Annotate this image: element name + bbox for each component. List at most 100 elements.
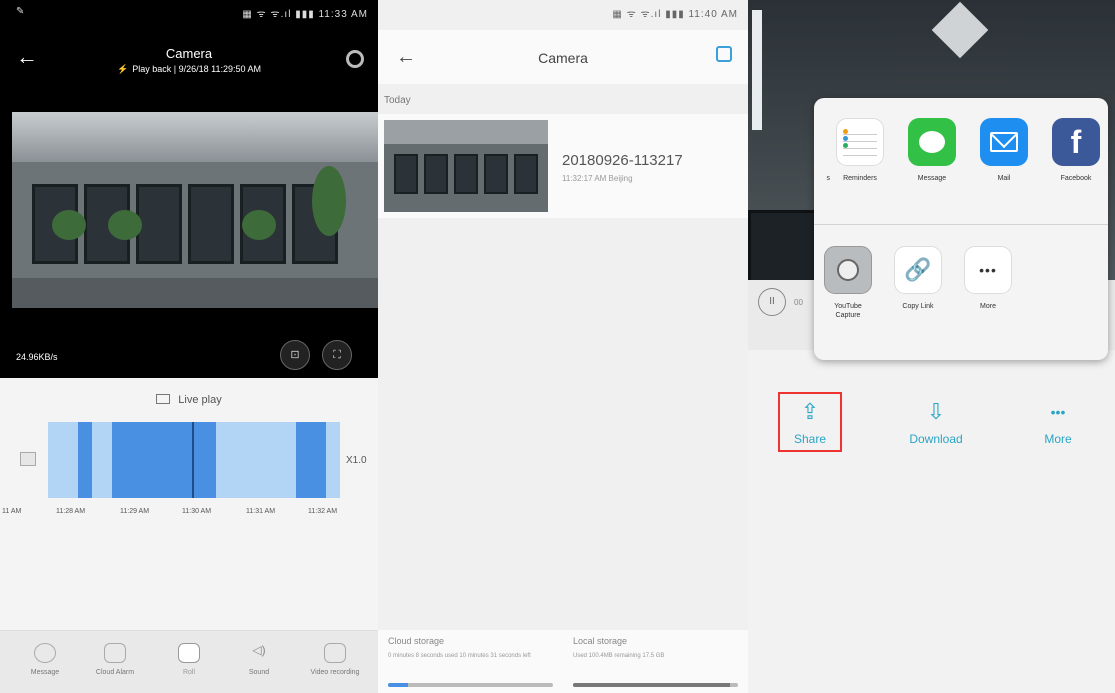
playback-time: 00 [794,298,803,307]
edit-icon[interactable] [716,46,732,62]
page-title: Camera [538,50,588,66]
camera-video-feed[interactable] [12,112,378,308]
live-play-label: Live play [178,394,222,406]
download-label: Download [909,432,963,446]
share-button[interactable]: ⇪ Share [778,392,842,452]
link-icon: 🔗 [894,246,942,294]
more-action-label: More [1044,432,1072,446]
mail-label: Mail [997,175,1011,182]
message-bubble-icon [908,118,956,166]
bottom-toolbar: Message Cloud Alarm Roll ◁) Sound Video … [0,630,378,693]
local-storage-panel[interactable]: Local storage Used 100.4MB remaining 17.… [563,630,748,693]
reminders-icon [836,118,884,166]
cloud-download-icon: ⇩ [926,399,946,424]
page-title: Camera [165,46,213,61]
live-play-button[interactable]: Live play [0,394,378,406]
recording-segment [296,422,326,498]
cloud-icon [104,643,126,663]
facebook-icon: f [1052,118,1100,166]
more-icon: ••• [1050,404,1066,420]
snapshot-button[interactable]: ⊡ [280,340,310,370]
recordings-list-screen: ▦ ᯤ ᯤ.ıl ▮▮▮ 11:40 AM ← Camera Today 201… [378,0,748,693]
playback-subtitle: ⚡ Play back | 9/26/18 11:29:50 AM [0,64,378,75]
video-header: ✎ ▦ ᯤ ᯤ.ıl ▮▮▮ 11:33 AM ← Camera ⚡ Play b… [0,0,378,378]
status-right: ▦ ᯤ ᯤ.ıl ▮▮▮ 11:33 AM [242,9,368,20]
timeline-tick: 11:29 AM [120,508,150,515]
download-button[interactable]: ⇩ Download [904,392,968,446]
roll-button[interactable]: Roll [158,643,220,676]
fullscreen-button[interactable]: ⛶ [322,340,352,370]
video-recording-button[interactable]: Video recording [304,643,366,676]
status-left: ✎ [16,6,25,17]
cloud-storage-panel[interactable]: Cloud storage 0 minutes 8 seconds used 1… [378,630,563,693]
calendar-icon[interactable] [20,452,36,466]
share-app-reminders[interactable]: Reminders [830,118,890,183]
list-item[interactable]: 20180926-113217 11:32:17 AM Beijing [378,114,748,218]
mail-envelope-icon [980,118,1028,166]
timeline-tick: 11:28 AM [56,508,86,515]
status-bar: ✎ ▦ ᯤ ᯤ.ıl ▮▮▮ 11:33 AM [0,0,378,22]
cloud-storage-bar [388,683,553,687]
timeline-tick: 11:31 AM [246,508,276,515]
timeline-cursor[interactable] [192,422,194,498]
sound-label: Sound [248,669,270,676]
playback-timestamp: Play back | 9/26/18 11:29:50 AM [132,64,261,74]
timeline-tick: 11:30 AM [182,508,212,515]
recording-time: 11:32:17 AM Beijing [562,174,633,183]
more-label: More [980,303,996,310]
reminders-label: Reminders [843,175,877,182]
pause-button[interactable]: II [758,288,786,316]
monitor-icon [156,394,171,404]
share-screen: II 00 s Reminders Message Mail f Faceboo… [748,0,1115,693]
more-button[interactable]: ••• More [1026,392,1090,446]
copy-link-label: Copy Link [902,303,934,310]
recording-segment [78,422,92,498]
share-action-youtube-capture[interactable]: YouTube Capture [818,246,878,320]
local-storage-fill [573,683,730,687]
settings-gear-icon[interactable] [346,50,364,68]
recording-thumbnail [384,120,548,212]
video-record-icon [324,643,346,663]
zoom-level: X1.0 [346,455,367,466]
share-icon: ⇪ [800,399,820,424]
timeline-tick: 11:32 AM [308,508,338,515]
cloud-alarm-button[interactable]: Cloud Alarm [84,643,146,676]
message-button[interactable]: Message [14,643,76,676]
section-header: Today [384,95,411,106]
share-app-message[interactable]: Message [902,118,962,183]
playback-screen: ✎ ▦ ᯤ ᯤ.ıl ▮▮▮ 11:33 AM ← Camera ⚡ Play b… [0,0,378,693]
share-app-facebook[interactable]: f Facebook [1046,118,1106,183]
nav-bar: ← Camera [378,30,748,84]
video-recording-label: Video recording [310,669,360,676]
status-bar: ▦ ᯤ ᯤ.ıl ▮▮▮ 11:40 AM [378,0,748,22]
share-action-more[interactable]: ••• More [958,246,1018,311]
status-right: ▦ ᯤ ᯤ.ıl ▮▮▮ 11:40 AM [612,9,738,20]
lightning-icon: ⚡ [117,64,129,74]
youtube-capture-label: YouTube Capture [834,303,862,319]
recording-segment [112,422,216,498]
sheet-divider [814,224,1108,225]
speaker-icon: ◁) [252,643,266,657]
local-storage-desc: Used 100.4MB remaining 17.5 GB [573,653,665,659]
cloud-storage-desc: 0 minutes 8 seconds used 10 minutes 31 s… [388,653,531,659]
facebook-label: Facebook [1060,175,1092,182]
share-action-copy-link[interactable]: 🔗 Copy Link [888,246,948,311]
share-sheet: s Reminders Message Mail f Facebook YouT… [814,98,1108,360]
playback-timeline[interactable] [48,422,340,498]
bitrate-readout: 24.96KB/s [16,352,58,362]
cloud-storage-title: Cloud storage [388,636,445,646]
share-app-mail[interactable]: Mail [974,118,1034,183]
message-label: Message [30,669,60,676]
gallery-icon [178,643,200,663]
roll-label: Roll [182,669,196,676]
timeline-tick: 11 AM [2,508,22,515]
message-icon [34,643,56,663]
cloud-storage-fill [388,683,408,687]
cloud-alarm-label: Cloud Alarm [95,669,135,676]
more-dots-icon: ••• [964,246,1012,294]
local-storage-bar [573,683,738,687]
recording-name: 20180926-113217 [562,152,683,169]
youtube-capture-icon [824,246,872,294]
sound-button[interactable]: ◁) Sound [228,643,290,676]
local-storage-title: Local storage [573,636,628,646]
